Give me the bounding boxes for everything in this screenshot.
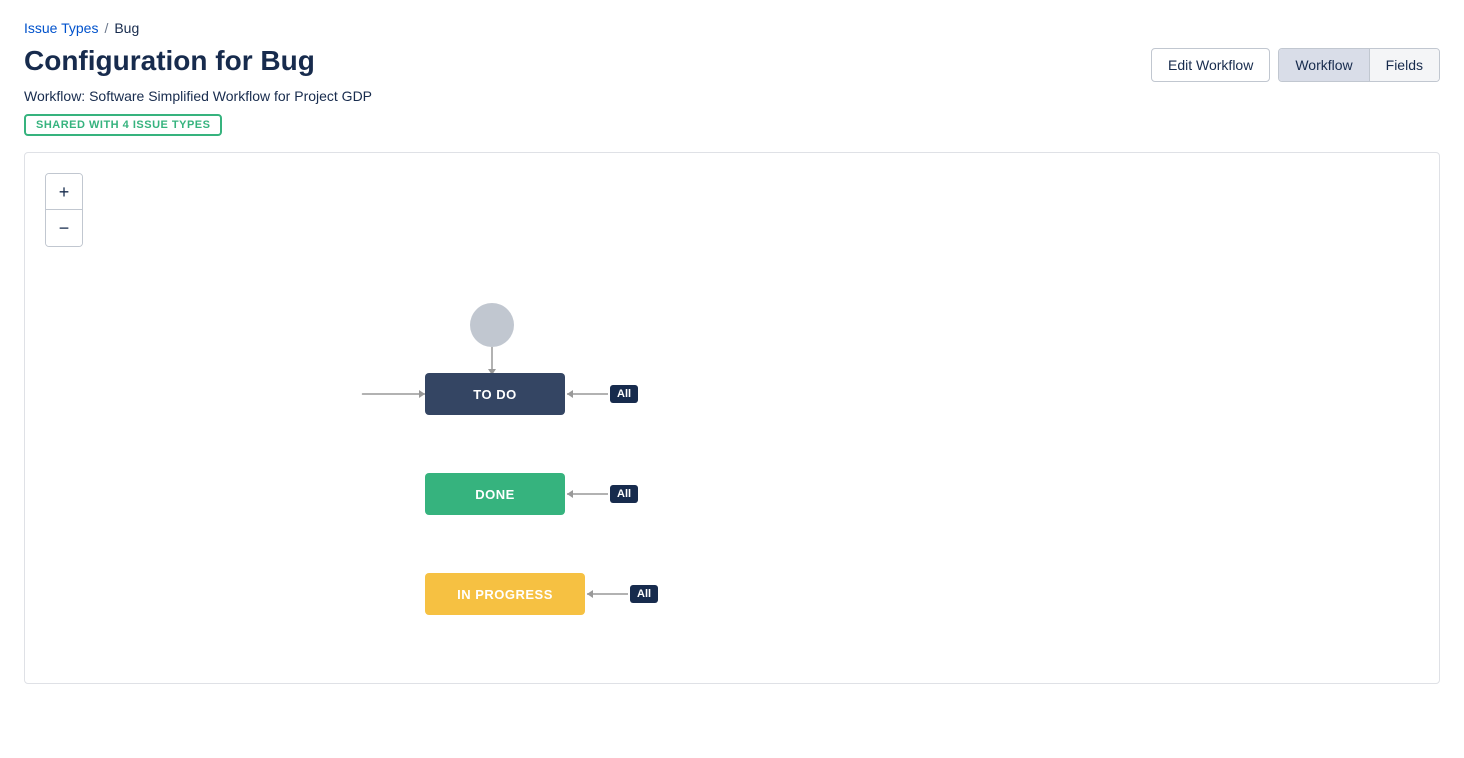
page-container: Issue Types / Bug Configuration for Bug … (0, 0, 1464, 704)
zoom-controls: + − (45, 173, 83, 247)
breadcrumb: Issue Types / Bug (24, 20, 1440, 36)
node-inprogress[interactable]: IN PROGRESS (425, 573, 585, 615)
start-circle (470, 303, 514, 347)
node-todo-label: TO DO (473, 387, 516, 402)
all-badge-done: All (610, 485, 638, 503)
node-todo[interactable]: TO DO (425, 373, 565, 415)
header-row: Configuration for Bug Edit Workflow Work… (24, 44, 1440, 82)
diagram-canvas: TO DO DONE IN PROGRESS All All All (45, 173, 1419, 663)
shared-badge: SHARED WITH 4 ISSUE TYPES (24, 114, 222, 136)
node-done-label: DONE (475, 487, 515, 502)
tab-group: Workflow Fields (1278, 48, 1440, 82)
node-inprogress-label: IN PROGRESS (457, 587, 553, 602)
zoom-in-button[interactable]: + (46, 174, 82, 210)
all-badge-inprogress: All (630, 585, 658, 603)
page-title: Configuration for Bug (24, 44, 315, 78)
breadcrumb-current: Bug (114, 20, 139, 36)
tab-workflow[interactable]: Workflow (1279, 49, 1369, 81)
node-done[interactable]: DONE (425, 473, 565, 515)
diagram-svg (45, 173, 1419, 663)
breadcrumb-separator: / (104, 20, 108, 36)
all-badge-todo: All (610, 385, 638, 403)
header-actions: Edit Workflow Workflow Fields (1151, 48, 1440, 82)
breadcrumb-issue-types-link[interactable]: Issue Types (24, 20, 98, 36)
zoom-out-button[interactable]: − (46, 210, 82, 246)
workflow-subtitle: Workflow: Software Simplified Workflow f… (24, 88, 1440, 104)
tab-fields[interactable]: Fields (1370, 49, 1439, 81)
workflow-diagram-container: + − (24, 152, 1440, 684)
edit-workflow-button[interactable]: Edit Workflow (1151, 48, 1270, 82)
